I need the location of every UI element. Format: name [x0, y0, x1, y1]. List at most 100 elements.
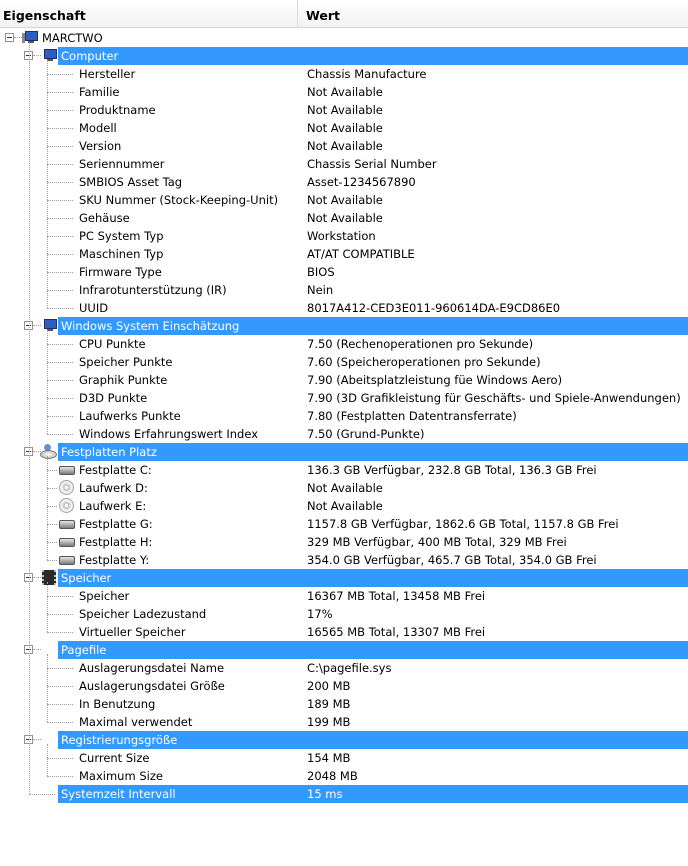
- computer-icon: [22, 31, 38, 45]
- tree-connector-line: [47, 524, 57, 525]
- tree-connector-line: [47, 506, 57, 507]
- tree-connector-line: [47, 308, 73, 309]
- tree-connector-line: [47, 218, 73, 219]
- tree-connector-line: [47, 344, 73, 345]
- tree-connector-line: [47, 704, 73, 705]
- column-header-value[interactable]: Wert: [298, 0, 688, 28]
- tree-item-row[interactable]: Produktname Not Available: [0, 101, 688, 119]
- item-value: 17%: [307, 607, 333, 621]
- item-label: UUID: [79, 301, 109, 315]
- tree-item-row[interactable]: Familie Not Available: [0, 83, 688, 101]
- item-value: 154 MB: [307, 751, 351, 765]
- tree-item-row[interactable]: Maximal verwendet 199 MB: [0, 713, 688, 731]
- item-value: Not Available: [307, 139, 383, 153]
- item-label: Speicher: [79, 589, 130, 603]
- tree-item-row[interactable]: SMBIOS Asset Tag Asset-1234567890: [0, 173, 688, 191]
- tree-item-row[interactable]: Laufwerks Punkte 7.80 (Festplatten Datent…: [0, 407, 688, 425]
- item-label: Infrarotunterstützung (IR): [79, 283, 227, 297]
- tree-item-row[interactable]: CPU Punkte 7.50 (Rechenoperationen pro Se…: [0, 335, 688, 353]
- item-label: Maximum Size: [79, 769, 163, 783]
- item-label: Laufwerks Punkte: [79, 409, 181, 423]
- tree-connector-line: [47, 60, 48, 308]
- tree-item-row[interactable]: In Benutzung 189 MB: [0, 695, 688, 713]
- tree-group-pagefile[interactable]: Pagefile: [0, 641, 688, 659]
- tree-item-row[interactable]: SKU Nummer (Stock-Keeping-Unit) Not Avail…: [0, 191, 688, 209]
- item-value: 7.60 (Speicheroperationen pro Sekunde): [307, 355, 541, 369]
- item-label: Laufwerk D:: [79, 481, 148, 495]
- tree-connector-line: [47, 668, 73, 669]
- tree-item-row[interactable]: Festplatte Y: 354.0 GB Verfügbar, 465.7 G…: [0, 551, 688, 569]
- tree-item-row[interactable]: Festplatte G: 1157.8 GB Verfügbar, 1862.6…: [0, 515, 688, 533]
- item-value: 136.3 GB Verfügbar, 232.8 GB Total, 136.…: [307, 463, 597, 477]
- tree-connector-line: [29, 42, 30, 794]
- tree-item-row[interactable]: Speicher Ladezustand 17%: [0, 605, 688, 623]
- tree-connector-line: [47, 614, 73, 615]
- item-value: Not Available: [307, 499, 383, 513]
- tree-item-row[interactable]: Virtueller Speicher 16565 MB Total, 13307…: [0, 623, 688, 641]
- tree-item-row[interactable]: Infrarotunterstützung (IR) Nein: [0, 281, 688, 299]
- tree-connector-line: [47, 330, 48, 434]
- selection-band: [58, 47, 688, 65]
- tree-connector-line: [33, 55, 41, 56]
- item-label: Speicher Ladezustand: [79, 607, 207, 621]
- tree-item-row[interactable]: Laufwerk E: Not Available: [0, 497, 688, 515]
- tree-connector-line: [47, 74, 73, 75]
- tree-item-row[interactable]: Hersteller Chassis Manufacture: [0, 65, 688, 83]
- tree-root-marctwo[interactable]: MARCTWO: [0, 29, 688, 47]
- tree-item-row[interactable]: Auslagerungsdatei Name C:\pagefile.sys: [0, 659, 688, 677]
- tree-item-row[interactable]: Maximum Size 2048 MB: [0, 767, 688, 785]
- item-label: Firmware Type: [79, 265, 162, 279]
- monitor-icon: [42, 319, 57, 331]
- item-value: 15 ms: [307, 787, 343, 801]
- tree-item-row[interactable]: Graphik Punkte 7.90 (Abeitsplatzleistung …: [0, 371, 688, 389]
- tree-item-row[interactable]: Seriennummer Chassis Serial Number: [0, 155, 688, 173]
- tree-item-row[interactable]: Version Not Available: [0, 137, 688, 155]
- tree-item-systemzeit-intervall[interactable]: Systemzeit Intervall 15 ms: [0, 785, 688, 803]
- tree-group-computer[interactable]: Computer: [0, 47, 688, 65]
- tree-item-row[interactable]: Festplatte C: 136.3 GB Verfügbar, 232.8 G…: [0, 461, 688, 479]
- item-label: SKU Nummer (Stock-Keeping-Unit): [79, 193, 279, 207]
- tree-connector-line: [47, 654, 48, 722]
- tree-item-row[interactable]: Maschinen Typ AT/AT COMPATIBLE: [0, 245, 688, 263]
- tree-item-row[interactable]: UUID 8017A412-CED3E011-960614DA-E9CD86E0: [0, 299, 688, 317]
- tree-item-row[interactable]: Festplatte H: 329 MB Verfügbar, 400 MB To…: [0, 533, 688, 551]
- item-value: 7.50 (Grund-Punkte): [307, 427, 425, 441]
- item-value: 1157.8 GB Verfügbar, 1862.6 GB Total, 11…: [307, 517, 619, 531]
- item-label: Virtueller Speicher: [79, 625, 186, 639]
- tree-group-memory[interactable]: Speicher: [0, 569, 688, 587]
- tree-group-wsa[interactable]: Windows System Einschätzung: [0, 317, 688, 335]
- tree-item-row[interactable]: Speicher 16367 MB Total, 13458 MB Frei: [0, 587, 688, 605]
- item-value: 200 MB: [307, 679, 351, 693]
- item-label: Modell: [79, 121, 117, 135]
- group-label: Festplatten Platz: [61, 445, 157, 459]
- tree-connector-line: [29, 794, 55, 795]
- tree-item-row[interactable]: D3D Punkte 7.90 (3D Grafikleistung für Ge…: [0, 389, 688, 407]
- item-value: C:\pagefile.sys: [307, 661, 392, 675]
- tree-group-disk[interactable]: Festplatten Platz: [0, 443, 688, 461]
- collapse-toggle-icon[interactable]: [5, 33, 14, 42]
- item-label: Windows Erfahrungswert Index: [79, 427, 258, 441]
- item-value: Not Available: [307, 103, 383, 117]
- tree-connector-line: [47, 582, 48, 632]
- group-label: Speicher: [61, 571, 112, 585]
- tree-connector-line: [47, 686, 73, 687]
- tree-item-row[interactable]: Laufwerk D: Not Available: [0, 479, 688, 497]
- item-value: Not Available: [307, 481, 383, 495]
- item-value: Nein: [307, 283, 334, 297]
- item-value: Asset-1234567890: [307, 175, 416, 189]
- tree-item-row[interactable]: PC System Typ Workstation: [0, 227, 688, 245]
- tree-item-row[interactable]: Speicher Punkte 7.60 (Speicheroperationen…: [0, 353, 688, 371]
- tree-item-row[interactable]: Gehäuse Not Available: [0, 209, 688, 227]
- tree-connector-line: [47, 434, 73, 435]
- selection-band: [58, 641, 688, 659]
- tree-group-registry[interactable]: Registrierungsgröße: [0, 731, 688, 749]
- tree-item-row[interactable]: Auslagerungsdatei Größe 200 MB: [0, 677, 688, 695]
- tree-item-row[interactable]: Windows Erfahrungswert Index 7.50 (Grund-…: [0, 425, 688, 443]
- item-value: 16565 MB Total, 13307 MB Frei: [307, 625, 486, 639]
- tree-item-row[interactable]: Current Size 154 MB: [0, 749, 688, 767]
- tree-item-row[interactable]: Firmware Type BIOS: [0, 263, 688, 281]
- tree-item-row[interactable]: Modell Not Available: [0, 119, 688, 137]
- item-value: BIOS: [307, 265, 335, 279]
- tree-connector-line: [33, 649, 41, 650]
- column-header-property[interactable]: Eigenschaft: [0, 0, 298, 28]
